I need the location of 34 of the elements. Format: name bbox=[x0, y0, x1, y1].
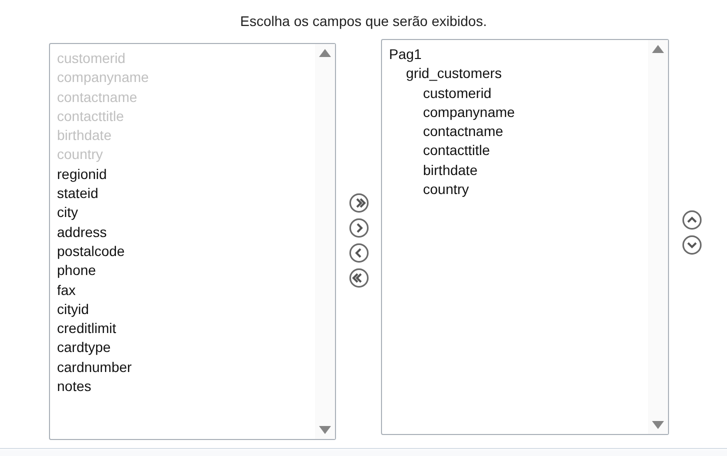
tree-item[interactable]: contactname bbox=[423, 122, 504, 142]
tree-item[interactable]: contacttitle bbox=[423, 141, 490, 161]
field-item[interactable]: stateid bbox=[57, 184, 98, 204]
scroll-up-icon[interactable] bbox=[652, 45, 664, 53]
tree-item[interactable]: Pag1 bbox=[389, 45, 422, 64]
field-item[interactable]: cardtype bbox=[57, 338, 111, 358]
scroll-down-icon[interactable] bbox=[652, 421, 664, 429]
chevron-left-icon[interactable] bbox=[348, 243, 368, 263]
field-item[interactable]: regionid bbox=[57, 164, 107, 184]
double-chevron-right-icon[interactable] bbox=[348, 193, 368, 213]
field-item[interactable]: phone bbox=[57, 261, 96, 281]
field-item[interactable]: postalcode bbox=[57, 242, 125, 262]
selected-fields-list[interactable]: Pag1 grid_customers customerid companyname contactname contacttitle birthdate country bbox=[381, 39, 669, 435]
scroll-up-icon[interactable] bbox=[319, 49, 331, 57]
scroll-down-icon[interactable] bbox=[319, 426, 331, 434]
field-item[interactable]: cardnumber bbox=[57, 358, 132, 378]
field-item[interactable]: fax bbox=[57, 280, 76, 300]
field-item[interactable]: creditlimit bbox=[57, 319, 116, 338]
chevron-up-icon[interactable] bbox=[682, 210, 702, 230]
double-chevron-left-icon[interactable] bbox=[348, 268, 368, 288]
field-item[interactable]: cityid bbox=[57, 300, 89, 320]
scrollbar[interactable] bbox=[648, 40, 668, 434]
field-item[interactable]: city bbox=[57, 203, 78, 223]
tree-item[interactable]: companyname bbox=[423, 102, 515, 122]
field-item[interactable]: address bbox=[57, 222, 107, 242]
chevron-right-icon[interactable] bbox=[348, 218, 368, 238]
chevron-down-icon[interactable] bbox=[682, 235, 702, 255]
tree-item[interactable]: birthdate bbox=[423, 160, 478, 180]
scrollbar[interactable] bbox=[315, 44, 335, 439]
tree-item[interactable]: grid_customers bbox=[406, 64, 502, 84]
tree-item[interactable]: country bbox=[423, 180, 469, 200]
heading: Escolha os campos que serão exibidos. bbox=[240, 12, 487, 31]
field-item[interactable]: notes bbox=[57, 377, 92, 396]
tree-item[interactable]: customerid bbox=[423, 84, 492, 103]
